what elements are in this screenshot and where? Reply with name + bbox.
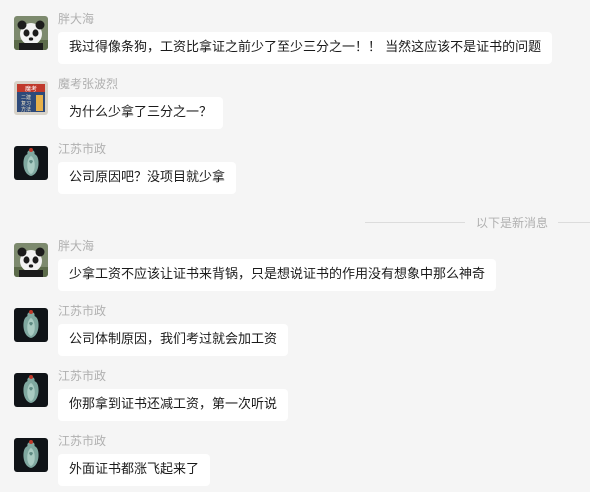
jade-avatar[interactable] xyxy=(14,438,48,472)
book-cover-line: 二建 xyxy=(21,94,31,101)
sender-name: 江苏市政 xyxy=(58,369,107,383)
panda-avatar[interactable] xyxy=(14,243,48,277)
sender-name: 江苏市政 xyxy=(58,304,107,318)
sender-name: 江苏市政 xyxy=(58,142,107,156)
message-bubble: 为什么少拿了三分之一？ xyxy=(58,97,224,129)
sender-name: 胖大海 xyxy=(58,239,95,253)
panda-avatar[interactable] xyxy=(14,16,48,50)
message-bubble: 我过得像条狗，工资比拿证之前少了至少三分之一！！ 当然这应该不是证书的问题 xyxy=(58,32,553,64)
sender-name: 魔考张波烈 xyxy=(58,77,119,91)
sender-name: 胖大海 xyxy=(58,12,95,26)
message-bubble: 你那拿到证书还减工资，第一次听说 xyxy=(58,389,289,421)
sender-name: 江苏市政 xyxy=(58,434,107,448)
book-cover-title: 魔考 xyxy=(25,85,37,93)
jade-avatar[interactable] xyxy=(14,373,48,407)
book-avatar[interactable]: 魔考 二建 复习 方法 xyxy=(14,81,48,115)
message-bubble: 少拿工资不应该让证书来背锅，只是想说证书的作用没有想象中那么神奇 xyxy=(58,259,497,291)
book-cover-line: 复习 xyxy=(21,100,31,107)
message-bubble: 公司原因吧？没项目就少拿 xyxy=(58,162,237,194)
jade-avatar[interactable] xyxy=(14,146,48,180)
divider-line xyxy=(558,222,590,223)
new-messages-divider: 以下是新消息 xyxy=(0,213,590,233)
message-bubble: 外面证书都涨飞起来了 xyxy=(58,454,211,486)
divider-label: 以下是新消息 xyxy=(476,216,549,230)
message-bubble: 公司体制原因，我们考过就会加工资 xyxy=(58,324,289,356)
book-cover-line: 方法 xyxy=(21,106,31,113)
jade-avatar[interactable] xyxy=(14,308,48,342)
divider-line xyxy=(365,222,465,223)
